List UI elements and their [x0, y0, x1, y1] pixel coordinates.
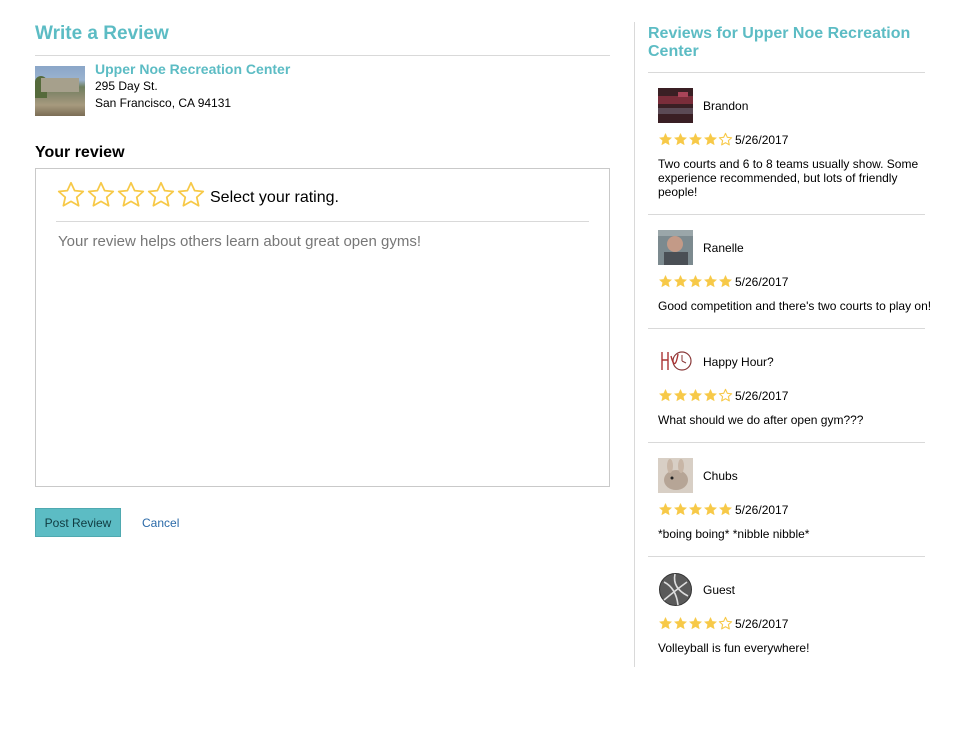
- rating-star-icon: [674, 389, 687, 402]
- rating-star-icon: [674, 275, 687, 288]
- review-rating: 5/26/2017: [658, 502, 788, 517]
- rating-star-icon: [659, 133, 672, 146]
- review-rating: 5/26/2017: [658, 132, 788, 147]
- photo-avatar: [658, 230, 693, 265]
- rating-star-icon: [674, 503, 687, 516]
- rating-star-icon: [689, 133, 702, 146]
- rating-selector: Select your rating.: [56, 179, 339, 211]
- venue-card: Upper Noe Recreation Center 295 Day St. …: [35, 61, 610, 122]
- cancel-link[interactable]: Cancel: [142, 516, 179, 530]
- rating-star-icon: [704, 389, 717, 402]
- review-text: Volleyball is fun everywhere!: [658, 641, 810, 655]
- review-username: Brandon: [703, 99, 749, 113]
- rating-hint: Select your rating.: [210, 189, 339, 206]
- review-date: 5/26/2017: [735, 616, 789, 631]
- rating-star-icon: [674, 617, 687, 630]
- reviews-panel: Reviews for Upper Noe Recreation Center …: [634, 22, 931, 667]
- rating-star-icon: [689, 503, 702, 516]
- rating-star-icon: [718, 616, 733, 630]
- review-date: 5/26/2017: [735, 388, 789, 403]
- venue-address-line1: 295 Day St.: [95, 79, 158, 93]
- review-item: Brandon 5/26/2017 Two courts and 6 to 8 …: [648, 73, 925, 215]
- review-item: Chubs 5/26/2017 *boing boing* *nibble ni…: [648, 443, 925, 557]
- rating-star-icon: [689, 275, 702, 288]
- clock-logo-avatar: [658, 344, 693, 379]
- rating-star-icon: [718, 132, 733, 146]
- rating-star-icon: [659, 503, 672, 516]
- review-rating: 5/26/2017: [658, 616, 788, 631]
- review-text: Two courts and 6 to 8 teams usually show…: [658, 157, 919, 199]
- review-username: Happy Hour?: [703, 355, 774, 369]
- rating-star-icon: [719, 275, 732, 288]
- rating-star-icon: [704, 275, 717, 288]
- photo-avatar: [658, 88, 693, 123]
- rating-star-icon: [689, 617, 702, 630]
- rating-star-4-icon[interactable]: [146, 180, 176, 210]
- review-username: Chubs: [703, 469, 738, 483]
- write-review-section: Write a Review Upper Noe Recreation Cent…: [35, 22, 610, 537]
- rating-star-1-icon[interactable]: [56, 180, 86, 210]
- title-divider: [35, 55, 610, 56]
- rating-star-icon: [659, 389, 672, 402]
- review-username: Guest: [703, 583, 736, 597]
- rating-star-icon: [704, 617, 717, 630]
- review-username: Ranelle: [703, 241, 744, 255]
- rating-star-2-icon[interactable]: [86, 180, 116, 210]
- review-date: 5/26/2017: [735, 274, 789, 289]
- form-actions: Post Review Cancel: [35, 508, 610, 537]
- rating-divider: [56, 221, 589, 222]
- page-title: Write a Review: [35, 23, 169, 44]
- venue-name[interactable]: Upper Noe Recreation Center: [95, 61, 290, 77]
- review-item: Guest 5/26/2017 Volleyball is fun everyw…: [648, 557, 925, 667]
- rating-star-icon: [689, 389, 702, 402]
- rating-star-icon: [659, 275, 672, 288]
- bunny-photo-avatar: [658, 458, 693, 493]
- review-text: Good competition and there's two courts …: [658, 299, 932, 313]
- post-review-button[interactable]: Post Review: [35, 508, 121, 537]
- your-review-label: Your review: [35, 144, 125, 161]
- review-item: Happy Hour? 5/26/2017 What should we do …: [648, 329, 925, 443]
- review-form-box: Select your rating.: [35, 168, 610, 487]
- rating-star-icon: [674, 133, 687, 146]
- review-text: What should we do after open gym???: [658, 413, 864, 427]
- rating-star-icon: [718, 388, 733, 402]
- review-rating: 5/26/2017: [658, 388, 788, 403]
- review-date: 5/26/2017: [735, 502, 789, 517]
- review-item: Ranelle 5/26/2017 Good competition and t…: [648, 215, 931, 329]
- rating-star-icon: [704, 133, 717, 146]
- rating-star-icon: [704, 503, 717, 516]
- rating-star-5-icon[interactable]: [176, 180, 206, 210]
- review-textarea[interactable]: [56, 229, 593, 477]
- review-text: *boing boing* *nibble nibble*: [658, 527, 810, 541]
- review-rating: 5/26/2017: [658, 274, 788, 289]
- venue-address-line2: San Francisco, CA 94131: [95, 96, 232, 110]
- rating-star-icon: [719, 503, 732, 516]
- reviews-panel-title: Reviews for Upper Noe Recreation Center: [648, 25, 911, 60]
- rating-star-3-icon[interactable]: [116, 180, 146, 210]
- volleyball-icon: [658, 572, 693, 607]
- rating-star-icon: [659, 617, 672, 630]
- venue-thumbnail: [35, 66, 85, 116]
- review-date: 5/26/2017: [735, 132, 789, 147]
